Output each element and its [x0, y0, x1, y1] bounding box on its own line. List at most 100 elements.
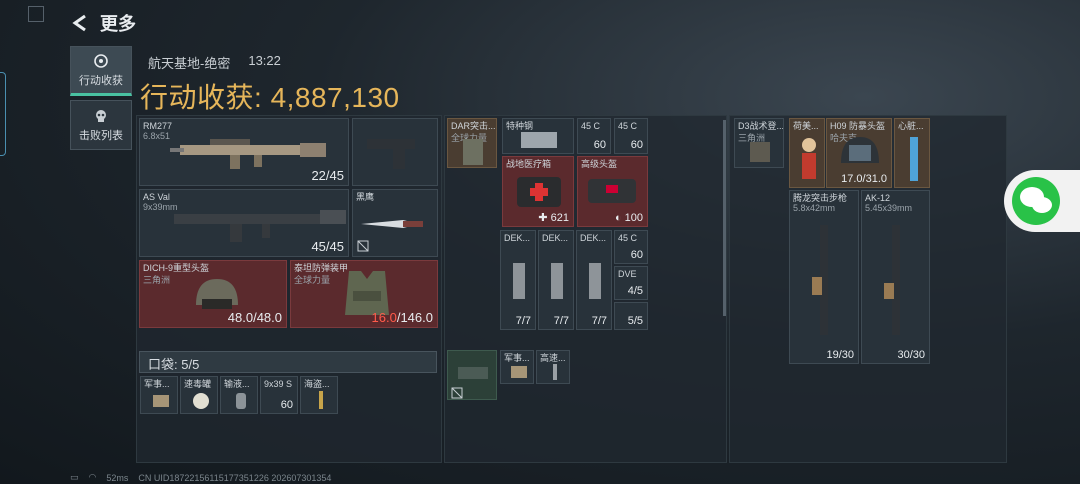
wechat-share-button[interactable] — [1004, 170, 1080, 232]
rifle2-name: AK-12 — [865, 193, 891, 203]
injector-icon — [551, 263, 563, 299]
tab-kills[interactable]: 击败列表 — [70, 100, 132, 150]
bp-item-steel[interactable]: 特种钢 — [502, 118, 574, 154]
pocket-item[interactable]: 军事... — [140, 376, 178, 414]
no-insure-icon — [451, 387, 463, 399]
canister-icon — [193, 393, 209, 409]
safe-box-item[interactable]: 军事... — [500, 350, 534, 384]
safe-item-name: 高速... — [540, 353, 566, 363]
pocket-item[interactable]: 9x39 S 60 — [260, 376, 298, 414]
pocket-item[interactable]: 速毒罐 — [180, 376, 218, 414]
tab-loot[interactable]: 行动收获 — [70, 46, 132, 96]
pocket-item-name: 海盗... — [304, 379, 330, 389]
bp-item-dek[interactable]: DEK... 7/7 — [500, 230, 536, 330]
injector-icon — [513, 263, 525, 299]
bp-item-dek[interactable]: DEK... 7/7 — [576, 230, 612, 330]
helmet-kit-name: 高级头盔 — [581, 159, 618, 169]
medkit-icon — [517, 177, 561, 207]
dek-count: 7/7 — [515, 315, 531, 327]
scrollbar[interactable] — [723, 120, 726, 316]
loot-item-figurine[interactable]: 荷美... — [789, 118, 825, 188]
armor-dur-current: 16.0 — [371, 310, 397, 325]
weapon-slot-primary[interactable]: RM277 6.8x51 22/45 — [139, 118, 349, 186]
weapon-ammo-2: 45/45 — [311, 239, 344, 254]
loot-item-heart[interactable]: 心脏... — [894, 118, 930, 188]
pocket-item-name: 9x39 S — [264, 379, 293, 389]
left-edge-tab[interactable] — [0, 72, 6, 156]
loot-total-label: 行动收获: — [140, 82, 263, 113]
figurine-name: 荷美... — [793, 121, 819, 131]
infusion-bag-icon — [236, 393, 246, 409]
pocket-item-name: 输液... — [224, 379, 250, 389]
pocket-item[interactable]: 海盗... — [300, 376, 338, 414]
rifle1-caliber: 5.8x42mm — [793, 203, 836, 213]
bp-item-ammo[interactable]: 45 C 60 — [614, 118, 648, 154]
helmet-slot[interactable]: DICH-9重型头盔 三角洲 48.0/48.0 — [139, 260, 287, 328]
ammo-count: 60 — [593, 139, 606, 151]
bp-item-dek[interactable]: DEK... 7/7 — [538, 230, 574, 330]
ammo-count: 60 — [630, 139, 643, 151]
repair-kit-icon — [588, 179, 636, 203]
armor-dur-max: /146.0 — [396, 310, 433, 325]
ammo-name: 45 C — [581, 121, 601, 131]
battery-icon: ▭ — [70, 472, 79, 482]
skull-icon — [96, 109, 106, 122]
syringe-icon — [553, 364, 557, 380]
vertical-rifle-icon — [884, 225, 900, 335]
melee-name: 黑鹰 — [356, 192, 375, 202]
h09-name: H09 防暴头盔 — [830, 121, 886, 131]
h09-durability: 17.0/31.0 — [841, 173, 887, 185]
ammo-name: 45 C — [618, 233, 638, 243]
wechat-icon — [1012, 177, 1060, 225]
back-arrow-icon — [72, 14, 86, 32]
dek-name: DEK... — [580, 233, 607, 243]
safe-box-slot[interactable] — [447, 350, 497, 400]
weapon-name-2: AS Val — [143, 192, 170, 202]
pocket-item-name: 速毒罐 — [184, 379, 212, 389]
status-bar: ▭ ◠ 52ms CN UID18722156115177351226 2026… — [70, 472, 331, 483]
uid-text: CN UID18722156115177351226 202607301354 — [138, 472, 332, 483]
safe-item-name: 军事... — [504, 353, 530, 363]
helmet-name: DICH-9重型头盔 — [143, 263, 210, 273]
pistol-icon — [367, 139, 415, 169]
dek-name: DEK... — [542, 233, 569, 243]
bp-item-medkit[interactable]: 战地医疗箱 ✚ 621 — [502, 156, 574, 227]
pistol-slot[interactable] — [352, 118, 438, 186]
bp-item-helmet-kit[interactable]: 高级头盔 ◐ 100 — [577, 156, 648, 227]
helmet-sub: 三角洲 — [143, 275, 171, 285]
armor-durability: 16.0/146.0 — [372, 310, 433, 325]
corner-frame — [28, 6, 44, 22]
loot-rifle-1[interactable]: 腾龙突击步枪 5.8x42mm 19/30 — [789, 190, 859, 364]
helmet-kit-count: ◐ 100 — [614, 212, 643, 224]
rifle1-name: 腾龙突击步枪 — [793, 193, 848, 203]
dek-name: DEK... — [504, 233, 531, 243]
helmet-kit-count-value: 100 — [624, 212, 643, 224]
dek-count: 7/7 — [591, 315, 607, 327]
loot-total-value: 4,887,130 — [270, 82, 400, 113]
steel-plate-icon — [521, 132, 557, 148]
medkit-name: 战地医疗箱 — [506, 159, 552, 169]
bp-item-dve[interactable]: DVE 4/5 — [614, 266, 648, 300]
rig-slot[interactable]: DAR突击... 全球力量 — [447, 118, 497, 168]
loot-rifle-2[interactable]: AK-12 5.45x39mm 30/30 — [861, 190, 930, 364]
supply-box-icon — [511, 366, 527, 378]
pocket-item-name: 军事... — [144, 379, 170, 389]
wifi-icon: ◠ — [88, 472, 97, 482]
loot-item-helmet[interactable]: H09 防暴头盔 哈夫克 17.0/31.0 — [826, 118, 892, 188]
armor-slot[interactable]: 泰坦防弹装甲 全球力量 16.0/146.0 — [290, 260, 438, 328]
weapon-slot-secondary[interactable]: AS Val 9x39mm 45/45 — [139, 189, 349, 257]
bp-item-ammo[interactable]: 45 C 60 — [577, 118, 611, 154]
bp-item-misc[interactable]: 5/5 — [614, 302, 648, 330]
pocket-item[interactable]: 输液... — [220, 376, 258, 414]
weapon-ammo: 22/45 — [311, 168, 344, 183]
tab-kills-label: 击败列表 — [79, 129, 123, 142]
back-button[interactable]: 更多 — [70, 10, 136, 36]
map-name: 航天基地-绝密 — [148, 56, 231, 71]
bp-item-ammo[interactable]: 45 C 60 — [614, 230, 648, 264]
chest-rig-icon — [463, 139, 483, 165]
loot-first-name: D3战术登... — [738, 121, 784, 131]
loot-item-first[interactable]: D3战术登... 三角洲 — [734, 118, 784, 168]
dve-name: DVE — [618, 269, 637, 279]
melee-slot[interactable]: 黑鹰 — [352, 189, 438, 257]
safe-box-item[interactable]: 高速... — [536, 350, 570, 384]
